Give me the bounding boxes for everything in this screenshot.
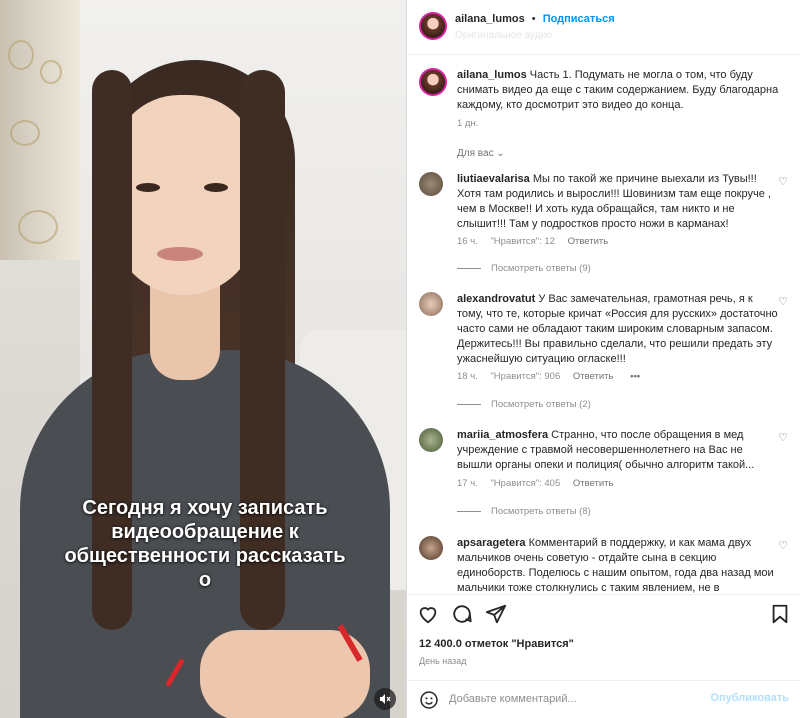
comment-body: alexandrovatut У Вас замечательная, грам… [457,292,779,367]
bookmark-svg [772,604,788,624]
comment-username[interactable]: alexandrovatut [457,293,535,305]
comment-body: liutiaevalarisa Мы по такой же причине в… [457,172,779,232]
view-replies-button[interactable]: Посмотреть ответы (8) [457,506,591,517]
emoji-svg [420,691,438,709]
caption-avatar[interactable] [419,68,447,96]
comment-avatar[interactable] [419,292,443,316]
person-face [112,95,257,295]
comments-list[interactable]: ailana_lumos Часть 1. Подумать не могла … [407,56,800,594]
reply-button[interactable]: Ответить [573,478,614,489]
post-actions [407,594,800,634]
comment-input[interactable] [449,689,699,709]
chevron-down-icon: ⌄ [496,148,505,159]
comment-username[interactable]: apsaragetera [457,537,526,549]
paper-plane-icon[interactable] [485,603,507,625]
post-date[interactable]: День назад [419,656,467,666]
view-replies-button[interactable]: Посмотреть ответы (2) [457,399,591,410]
audio-subtitle[interactable]: Оригинальное аудио [455,30,552,41]
caption-meta: 1 дн. [457,118,488,129]
comment-icon[interactable] [451,603,473,625]
comment-svg [453,605,472,623]
comment-username[interactable]: mariia_atmosfera [457,429,548,441]
comment-meta: 17 ч. "Нравится": 405 Ответить [457,478,623,489]
heart-icon[interactable]: ♡ [777,176,789,188]
caption-time[interactable]: 1 дн. [457,118,478,129]
paper-plane-svg [485,604,507,624]
background-shelf [0,0,80,260]
speaker-muted-icon[interactable] [374,688,396,710]
comment-time[interactable]: 16 ч. [457,236,478,247]
post-panel: ailana_lumos • Подписаться Оригинальное … [406,0,800,718]
caption-body: ailana_lumos Часть 1. Подумать не могла … [457,68,779,113]
speaker-muted-svg [380,694,391,704]
comment-likes[interactable]: "Нравится": 405 [490,478,560,489]
video-caption: Сегодня я хочу записать видеообращение к… [64,497,346,591]
follow-button[interactable]: Подписаться [543,13,615,25]
header-username[interactable]: ailana_lumos [455,13,525,25]
header-separator: • [531,13,536,25]
comment-avatar[interactable] [419,428,443,452]
comment-meta: 18 ч. "Нравится": 906 Ответить ••• [457,371,650,382]
likes-count[interactable]: 12 400.0 отметок "Нравится" [419,638,574,650]
heart-svg [419,607,437,624]
caption-username[interactable]: ailana_lumos [457,69,527,81]
comment-avatar[interactable] [419,172,443,196]
reply-button[interactable]: Ответить [568,236,609,247]
comment-avatar[interactable] [419,536,443,560]
heart-icon[interactable]: ♡ [777,296,789,308]
heart-icon[interactable]: ♡ [777,432,789,444]
avatar[interactable] [419,12,447,40]
add-comment-bar: Опубликовать [407,680,800,718]
comment-likes[interactable]: "Нравится": 12 [490,236,555,247]
person-hands [200,630,370,718]
more-options-icon[interactable]: ••• [630,371,640,382]
emoji-icon[interactable] [419,690,439,715]
view-replies-button[interactable]: Посмотреть ответы (9) [457,263,591,274]
comment-body: apsaragetera Комментарий в поддержку, и … [457,536,779,594]
for-you-sort[interactable]: Для вас ⌄ [457,148,505,159]
publish-button[interactable]: Опубликовать [710,692,789,704]
comment-username[interactable]: liutiaevalarisa [457,173,530,185]
comment-time[interactable]: 17 ч. [457,478,478,489]
heart-icon[interactable]: ♡ [777,540,789,552]
heart-icon[interactable] [417,603,439,625]
video-player[interactable]: Сегодня я хочу записать видеообращение к… [0,0,406,718]
post-header: ailana_lumos • Подписаться Оригинальное … [407,0,800,55]
comment-time[interactable]: 18 ч. [457,371,478,382]
comment-meta: 16 ч. "Нравится": 12 Ответить [457,236,618,247]
for-you-label: Для вас [457,148,494,159]
comment-body: mariia_atmosfera Странно, что после обра… [457,428,779,473]
comment-likes[interactable]: "Нравится": 906 [490,371,560,382]
reply-button[interactable]: Ответить [573,371,614,382]
bookmark-icon[interactable] [769,603,791,625]
header-line: ailana_lumos • Подписаться [455,13,615,25]
